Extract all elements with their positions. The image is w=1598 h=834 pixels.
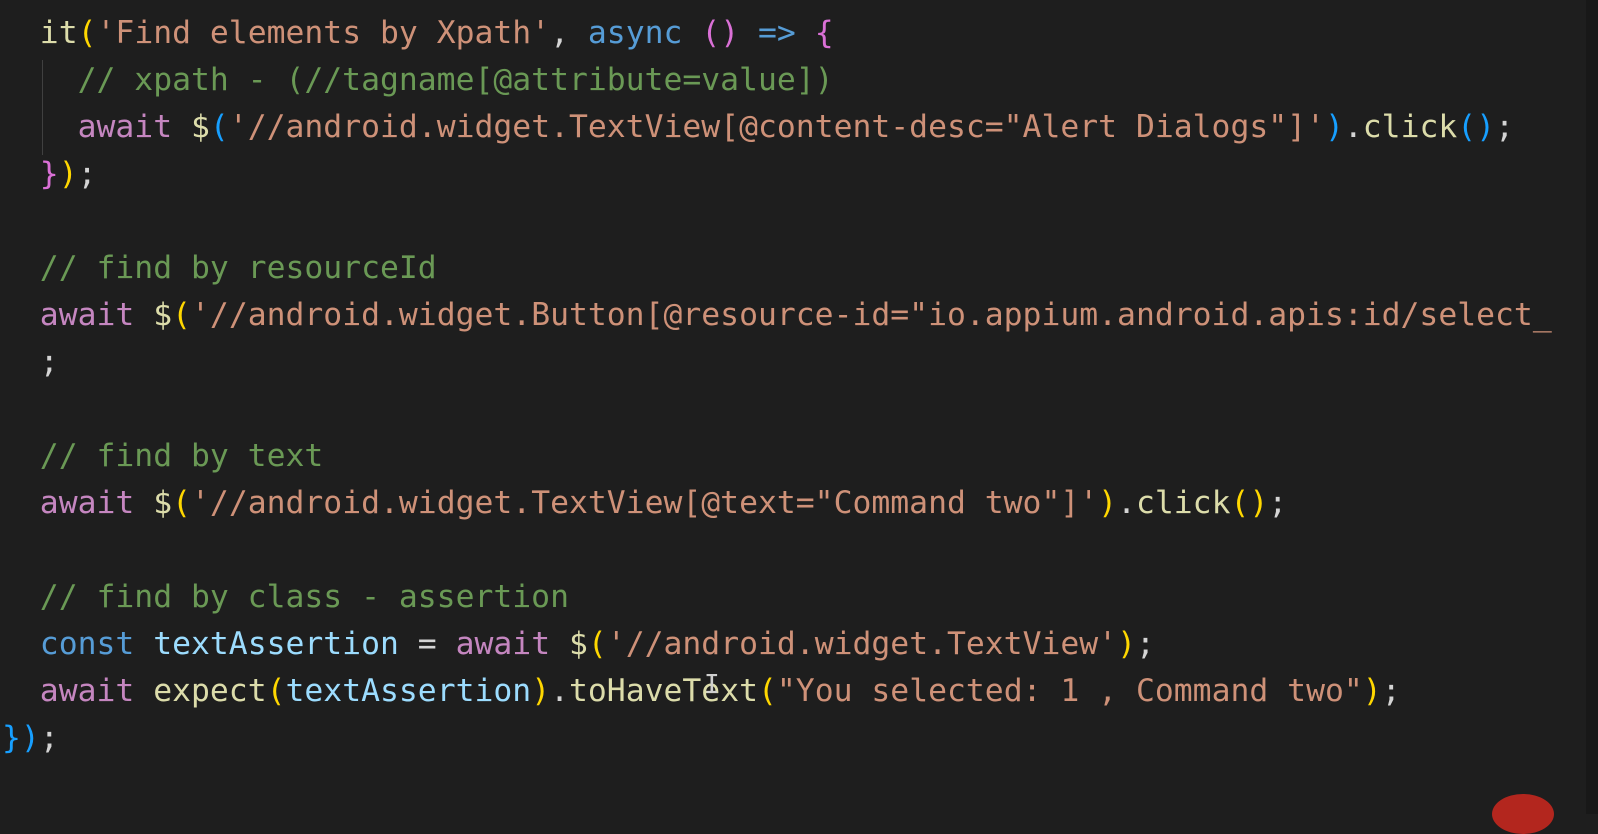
code-token: ) xyxy=(20,720,40,756)
code-token: () xyxy=(1457,109,1496,145)
code-line[interactable]: const textAssertion = await $('//android… xyxy=(40,621,1155,668)
code-token: ) xyxy=(1117,626,1136,662)
code-line[interactable]: await $('//android.widget.TextView[@cont… xyxy=(78,104,1514,151)
code-token: ) xyxy=(1362,673,1382,709)
code-token: // xpath - (//tagname[@attribute=value]) xyxy=(77,62,834,98)
code-token: ; xyxy=(39,344,59,380)
code-token: . xyxy=(1343,109,1363,145)
recording-indicator-icon xyxy=(1492,794,1554,834)
code-token: textAssertion xyxy=(285,673,532,709)
code-token: ; xyxy=(77,156,97,192)
code-token: ( xyxy=(209,109,229,145)
code-token: () xyxy=(1230,485,1269,521)
code-token: , xyxy=(550,15,588,51)
code-token: ) xyxy=(1098,485,1118,521)
code-token: $ xyxy=(134,297,173,333)
code-token: 'Find elements by Xpath' xyxy=(96,15,551,51)
code-token: ) xyxy=(58,156,78,192)
code-token: it xyxy=(39,15,78,51)
code-token: textAssertion xyxy=(134,626,399,662)
code-token: } xyxy=(39,156,59,192)
code-line[interactable]: }); xyxy=(40,151,97,198)
code-token: ( xyxy=(266,673,286,709)
code-token: '//android.widget.Button[@resource-id="i… xyxy=(191,297,1552,333)
code-token: ; xyxy=(1136,626,1155,662)
code-token: await xyxy=(39,485,135,521)
code-line[interactable]: // find by class - assertion xyxy=(40,574,569,621)
code-line[interactable]: it('Find elements by Xpath', async () =>… xyxy=(40,10,834,57)
code-line[interactable]: // find by resourceId xyxy=(40,245,437,292)
code-line[interactable]: await expect(textAssertion).toHaveText("… xyxy=(40,668,1401,715)
code-token: "You selected: 1 , Command two" xyxy=(776,673,1363,709)
code-token: ( xyxy=(172,297,192,333)
code-token: ( xyxy=(587,626,607,662)
code-editor[interactable]: it('Find elements by Xpath', async () =>… xyxy=(0,0,1586,814)
code-token: // find by text xyxy=(39,438,324,474)
code-token: . xyxy=(550,673,569,709)
code-line[interactable]: }); xyxy=(2,715,59,762)
code-token: { xyxy=(814,15,834,51)
code-token: await xyxy=(455,626,551,662)
code-token: // find by class - assertion xyxy=(39,579,569,615)
code-token: ( xyxy=(172,485,192,521)
code-line[interactable]: // xpath - (//tagname[@attribute=value]) xyxy=(78,57,834,104)
code-token: $ xyxy=(172,109,210,145)
code-token: await xyxy=(39,297,135,333)
code-token: $ xyxy=(550,626,588,662)
code-token: } xyxy=(2,720,21,756)
text-cursor-icon: I xyxy=(704,670,720,700)
code-token: async xyxy=(587,15,683,51)
code-line[interactable]: // find by text xyxy=(40,433,323,480)
indent-guide xyxy=(42,60,43,155)
code-token: '//android.widget.TextView' xyxy=(606,626,1118,662)
code-line[interactable]: await $('//android.widget.TextView[@text… xyxy=(40,480,1287,527)
code-token: () xyxy=(701,15,740,51)
code-token: $ xyxy=(134,485,173,521)
code-token: await xyxy=(39,673,135,709)
code-token: ; xyxy=(1268,485,1288,521)
code-token: ; xyxy=(39,720,59,756)
code-token: ( xyxy=(77,15,97,51)
code-token: ; xyxy=(1381,673,1401,709)
code-token: ) xyxy=(1324,109,1344,145)
code-token: ( xyxy=(758,673,777,709)
code-token: = xyxy=(398,626,456,662)
code-token: ) xyxy=(531,673,551,709)
code-line[interactable]: await $('//android.widget.Button[@resour… xyxy=(40,292,1552,339)
code-token: toHaveText xyxy=(569,673,758,709)
code-token: ; xyxy=(1495,109,1514,145)
code-token: expect xyxy=(134,673,267,709)
code-token: '//android.widget.TextView[@text="Comman… xyxy=(191,485,1099,521)
code-token: // find by resourceId xyxy=(39,250,437,286)
code-token: const xyxy=(39,626,135,662)
code-token: . xyxy=(1117,485,1136,521)
code-line[interactable]: ; xyxy=(40,339,59,386)
code-token: await xyxy=(77,109,173,145)
code-token: click xyxy=(1362,109,1458,145)
editor-scrollbar[interactable] xyxy=(1586,0,1598,814)
code-token: click xyxy=(1135,485,1231,521)
code-token: '//android.widget.TextView[@content-desc… xyxy=(228,109,1325,145)
code-token: => xyxy=(739,15,815,51)
